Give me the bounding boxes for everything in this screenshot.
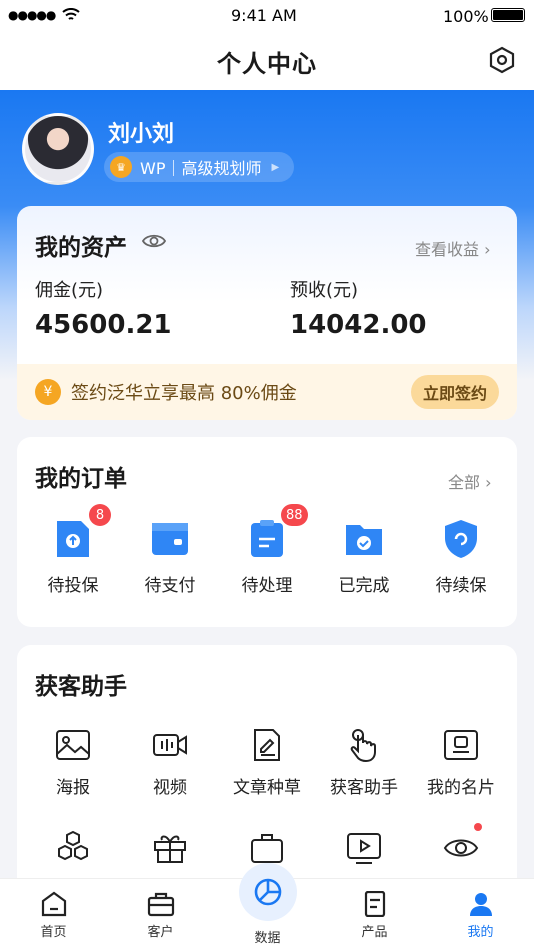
assets-title: 我的资产 [35, 235, 127, 261]
order-label: 待投保 [47, 576, 99, 596]
commission-label: 佣金(元) [35, 280, 104, 301]
prereceive-value: 14042.00 [290, 310, 427, 340]
tool-label: 我的名片 [427, 778, 495, 798]
shield-icon [445, 520, 477, 558]
order-renewal[interactable]: 待续保 [411, 517, 511, 596]
tap-hand-icon [350, 729, 376, 763]
order-pending-insure[interactable]: 待投保 [23, 517, 123, 596]
tab-label: 客户 [147, 924, 174, 940]
upload-doc-icon [57, 521, 89, 557]
tab-mine[interactable]: 我的 [427, 879, 534, 950]
edit-document-icon [254, 729, 280, 761]
nav-bar: 个人中心 [0, 32, 534, 90]
tab-label: 我的 [467, 924, 494, 940]
order-badge: 8 [89, 504, 111, 526]
battery-percent: 100% [443, 7, 489, 26]
tool-article[interactable]: 文章种草 [217, 727, 317, 798]
tab-label: 产品 [361, 924, 388, 940]
promo-sign-button[interactable]: 立即签约 [410, 375, 499, 409]
order-pending-pay[interactable]: 待支付 [120, 517, 220, 596]
order-label: 已完成 [338, 576, 390, 596]
home-icon [41, 891, 66, 916]
tab-data[interactable]: 数据 [214, 863, 321, 950]
orders-all-label: 全部 [448, 473, 481, 492]
data-fab [238, 863, 297, 921]
page-title: 个人中心 [217, 49, 317, 78]
order-label: 待处理 [241, 576, 293, 596]
pie-chart-icon [254, 878, 281, 906]
gift-icon[interactable] [152, 830, 188, 866]
tool-business-card[interactable]: 我的名片 [411, 727, 511, 798]
tab-home[interactable]: 首页 [0, 879, 107, 950]
orders-all-link[interactable]: 全部 › [448, 469, 492, 493]
view-income-label: 查看收益 [415, 240, 480, 259]
briefcase-icon [147, 892, 174, 916]
wifi-icon [62, 8, 80, 20]
wallet-icon [152, 523, 188, 555]
tool-label: 视频 [153, 778, 187, 798]
user-name: 刘小刘 [108, 122, 175, 147]
promo-banner[interactable]: ¥ 签约泛华立享最高 80%佣金 立即签约 [17, 364, 517, 420]
user-icon [469, 892, 492, 916]
order-badge: 88 [281, 504, 308, 526]
folder-check-icon [346, 525, 382, 555]
document-icon [364, 890, 385, 917]
clipboard-icon [251, 520, 283, 557]
role-badge-label: WP｜高级规划师 [140, 159, 262, 178]
tool-label: 文章种草 [233, 778, 301, 798]
role-badge[interactable]: ♛ WP｜高级规划师 ▶ [104, 152, 294, 182]
id-card-icon [444, 730, 478, 760]
tab-products[interactable]: 产品 [321, 879, 428, 950]
commission-value: 45600.21 [35, 310, 172, 340]
orders-card: 我的订单 全部 › 待投保 8 待支付 待处理 88 已完成 待续保 [17, 437, 517, 627]
briefcase-icon[interactable] [249, 830, 285, 866]
orders-title: 我的订单 [35, 466, 127, 492]
hexagons-icon[interactable] [55, 830, 91, 866]
order-completed[interactable]: 已完成 [314, 517, 414, 596]
chevron-right-icon: › [485, 473, 492, 492]
tool-acquisition[interactable]: 获客助手 [314, 727, 414, 798]
status-bar: ●●●●● 9:41 AM 100% [0, 0, 534, 32]
view-income-link[interactable]: 查看收益 › [415, 236, 491, 260]
settings-hexagon-icon[interactable] [488, 46, 516, 74]
tool-label: 获客助手 [330, 778, 398, 798]
promo-text: 签约泛华立享最高 80%佣金 [71, 383, 297, 404]
video-camera-icon [153, 734, 187, 756]
signal-icon: ●●●●● [8, 8, 56, 22]
chevron-right-icon: › [484, 240, 491, 259]
crown-icon: ♛ [110, 156, 132, 178]
tool-label: 海报 [56, 778, 90, 798]
notification-dot [474, 823, 482, 831]
tool-poster[interactable]: 海报 [23, 727, 123, 798]
battery-icon [491, 8, 525, 22]
tab-bar: 首页 客户 数据 产品 我的 [0, 863, 534, 950]
eye-icon[interactable] [142, 231, 166, 251]
play-arrow-icon: ▶ [271, 161, 280, 173]
order-label: 待续保 [435, 576, 487, 596]
avatar[interactable] [22, 113, 94, 185]
play-screen-icon[interactable] [346, 830, 382, 866]
tab-label: 首页 [40, 924, 67, 940]
tab-label: 数据 [254, 930, 281, 946]
order-label: 待支付 [144, 576, 196, 596]
tool-video[interactable]: 视频 [120, 727, 220, 798]
prereceive-label: 预收(元) [290, 280, 359, 301]
tab-customers[interactable]: 客户 [107, 879, 214, 950]
tools-title: 获客助手 [35, 674, 127, 700]
order-pending-process[interactable]: 待处理 [217, 517, 317, 596]
yuan-coin-icon: ¥ [35, 379, 61, 405]
image-icon [56, 730, 90, 760]
status-time: 9:41 AM [231, 6, 297, 25]
eye-tool-icon[interactable] [443, 830, 479, 866]
